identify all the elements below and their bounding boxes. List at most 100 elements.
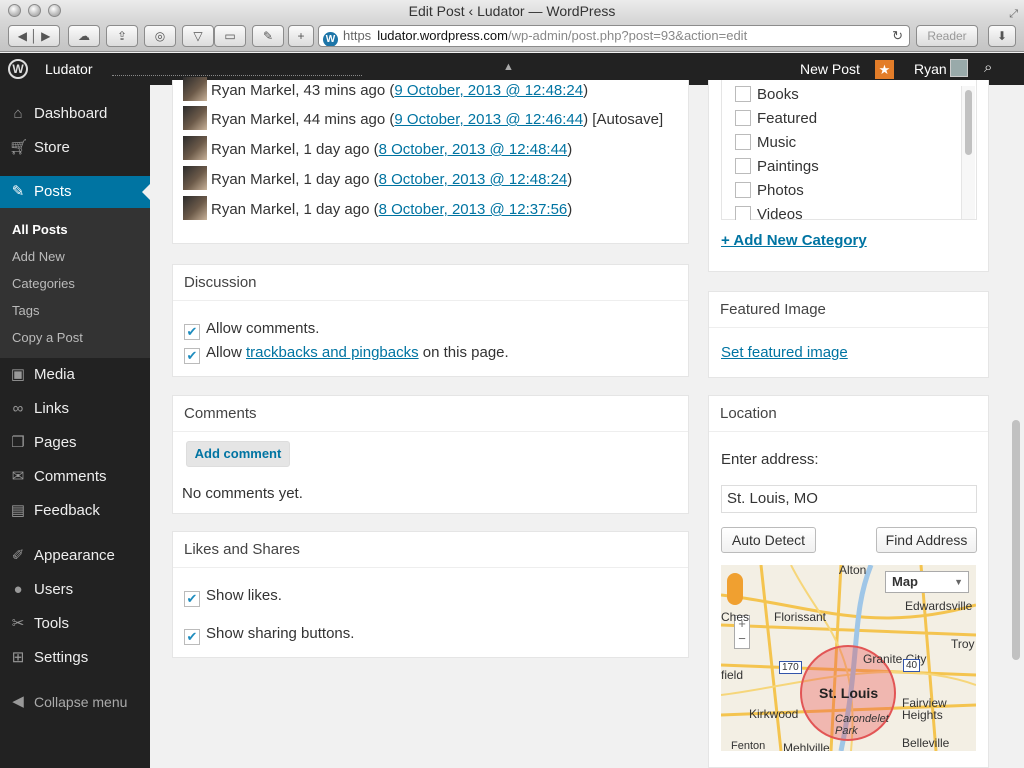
user-name[interactable]: Ryan [914, 61, 947, 77]
tools-icon[interactable]: ✎ [252, 25, 284, 47]
window-title: Edit Post ‹ Ludator — WordPress [408, 3, 616, 19]
submenu-categories[interactable]: Categories [12, 276, 75, 291]
category-checkbox[interactable] [735, 86, 751, 102]
revision-link[interactable]: 9 October, 2013 @ 12:46:44 [394, 111, 583, 128]
reader-button[interactable]: Reader [916, 25, 978, 47]
trackbacks-link[interactable]: trackbacks and pingbacks [246, 344, 419, 361]
media-icon: ▣ [10, 366, 26, 383]
pocket-icon[interactable]: ▽ [182, 25, 214, 47]
notifications-star-icon[interactable]: ★ [875, 60, 894, 79]
sidebar-item-users[interactable]: ● Users [0, 574, 150, 606]
collapse-bar-icon[interactable]: ▲ [503, 61, 514, 73]
revision-link[interactable]: 8 October, 2013 @ 12:48:44 [379, 141, 568, 158]
revision-link[interactable]: 8 October, 2013 @ 12:48:24 [379, 171, 568, 188]
sidebar-item-tools[interactable]: ✂ Tools [0, 608, 150, 640]
reload-icon[interactable]: ↻ [892, 26, 903, 46]
sidebar-item-pages[interactable]: ❐ Pages [0, 427, 150, 459]
sidebar-item-settings[interactable]: ⊞ Settings [0, 642, 150, 674]
share-icon[interactable]: ⇪ [106, 25, 138, 47]
new-post-link[interactable]: New Post [800, 61, 860, 77]
search-icon[interactable]: ⌕ [984, 59, 992, 76]
comments-title[interactable]: Comments [173, 396, 688, 432]
collapse-menu-button[interactable]: ◀ Collapse menu [0, 686, 150, 718]
map-label: Kirkwood [749, 707, 799, 721]
category-item[interactable]: Books [735, 86, 799, 103]
location-map[interactable]: + − Map ▼ Alton Edwardsville Florissant Gr… [721, 565, 976, 751]
close-window-button[interactable] [8, 4, 21, 17]
sidebar-item-media[interactable]: ▣ Media [0, 359, 150, 391]
category-item[interactable]: Paintings [735, 158, 819, 175]
pages-icon: ❐ [11, 434, 25, 451]
show-sharing-checkbox[interactable]: ✔ [184, 629, 200, 645]
zoom-window-button[interactable] [48, 4, 61, 17]
sidebar-item-feedback[interactable]: ▤ Feedback [0, 495, 150, 527]
show-likes-checkbox[interactable]: ✔ [184, 591, 200, 607]
show-sharing-option[interactable]: ✔ Show sharing buttons. [184, 625, 354, 645]
site-name[interactable]: Ludator [45, 61, 92, 77]
submenu-copy-a-post[interactable]: Copy a Post [12, 330, 83, 345]
user-avatar[interactable] [950, 59, 968, 77]
sidebar-item-store[interactable]: 🛒︎ Store [0, 132, 150, 164]
url-path: /wp-admin/post.php?post=93&action=edit [507, 28, 748, 43]
category-checkbox[interactable] [735, 158, 751, 174]
add-new-category-link[interactable]: + Add New Category [721, 232, 867, 249]
map-type-select[interactable]: Map ▼ [885, 571, 969, 593]
likes-shares-title[interactable]: Likes and Shares [173, 532, 688, 568]
map-label: Alton [839, 565, 867, 577]
sidebar-item-comments[interactable]: ✉ Comments [0, 461, 150, 493]
sidebar-item-appearance[interactable]: ✐ Appearance [0, 540, 150, 572]
window-titlebar: Edit Post ‹ Ludator — WordPress ⤢ [0, 0, 1024, 22]
set-featured-image-link[interactable]: Set featured image [721, 344, 848, 361]
address-input[interactable]: St. Louis, MO [721, 485, 977, 513]
sidebar-icon[interactable]: ▭ [214, 25, 246, 47]
allow-trackbacks-checkbox[interactable]: ✔ [184, 348, 200, 364]
category-checkbox[interactable] [735, 182, 751, 198]
category-checkbox[interactable] [735, 206, 751, 220]
find-address-button[interactable]: Find Address [876, 527, 977, 553]
revision-row: Ryan Markel, 1 day ago (8 October, 2013 … [183, 136, 572, 160]
revision-row: Ryan Markel, 43 mins ago (9 October, 201… [183, 77, 588, 101]
allow-comments-option[interactable]: ✔ Allow comments. [184, 320, 319, 340]
sidebar-item-dashboard[interactable]: ⌂ Dashboard [0, 98, 150, 130]
category-checkbox[interactable] [735, 134, 751, 150]
add-comment-button[interactable]: Add comment [186, 441, 290, 467]
history-icon[interactable]: ◎ [144, 25, 176, 47]
featured-image-title[interactable]: Featured Image [709, 292, 988, 328]
wordpress-logo-icon[interactable]: W [8, 59, 28, 79]
feedback-icon: ▤ [10, 502, 26, 519]
category-item[interactable]: Music [735, 134, 796, 151]
avatar [183, 106, 207, 130]
revision-row: Ryan Markel, 1 day ago (8 October, 2013 … [183, 166, 572, 190]
allow-comments-checkbox[interactable]: ✔ [184, 324, 200, 340]
auto-detect-button[interactable]: Auto Detect [721, 527, 816, 553]
revision-link[interactable]: 9 October, 2013 @ 12:48:24 [394, 82, 583, 99]
new-tab-icon[interactable]: + [288, 25, 314, 47]
pegman-icon[interactable] [727, 573, 743, 605]
show-likes-option[interactable]: ✔ Show likes. [184, 587, 282, 607]
downloads-icon[interactable]: ⬇ [988, 25, 1016, 47]
discussion-title[interactable]: Discussion [173, 265, 688, 301]
minimize-window-button[interactable] [28, 4, 41, 17]
back-forward-buttons[interactable]: ◀ │ ▶ [8, 25, 60, 47]
no-comments-text: No comments yet. [182, 485, 303, 502]
address-bar[interactable]: Whttps ludator.wordpress.com/wp-admin/pos… [318, 25, 910, 47]
brush-icon: ✐ [11, 547, 25, 564]
category-item[interactable]: Featured [735, 110, 817, 127]
url-domain: ludator.wordpress.com [377, 28, 508, 43]
category-item[interactable]: Videos [735, 206, 803, 220]
allow-trackbacks-option[interactable]: ✔ Allow trackbacks and pingbacks on this … [184, 344, 509, 364]
revision-link[interactable]: 8 October, 2013 @ 12:37:56 [379, 201, 568, 218]
sidebar-item-links[interactable]: ∞ Links [0, 393, 150, 425]
sidebar-item-posts[interactable]: ✎ Posts [0, 176, 150, 208]
icloud-icon[interactable]: ☁ [68, 25, 100, 47]
location-title[interactable]: Location [709, 396, 988, 432]
category-item[interactable]: Photos [735, 182, 804, 199]
category-scroll-thumb[interactable] [965, 90, 972, 155]
submenu-tags[interactable]: Tags [12, 303, 39, 318]
page-scrollbar[interactable] [1012, 420, 1020, 660]
submenu-add-new[interactable]: Add New [12, 249, 65, 264]
map-label: Edwardsville [905, 599, 973, 613]
pin-icon: ✎ [11, 183, 25, 200]
submenu-all-posts[interactable]: All Posts [12, 222, 68, 237]
category-checkbox[interactable] [735, 110, 751, 126]
